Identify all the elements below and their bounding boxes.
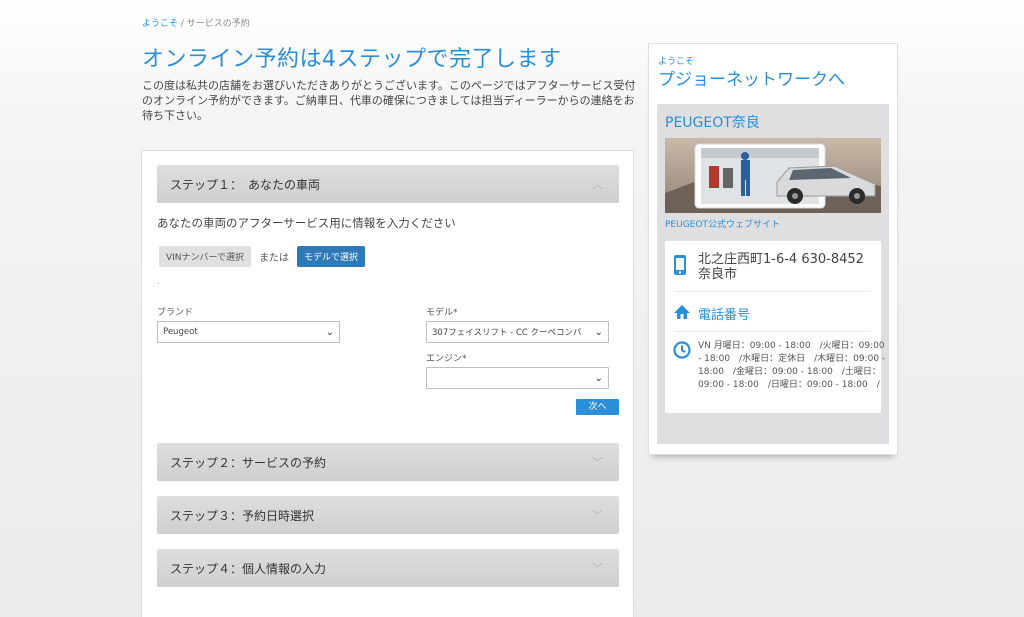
engine-label: エンジン*: [426, 354, 467, 364]
dot-text: .: [157, 277, 160, 286]
page-title: オンライン予約は4ステップで完了します: [142, 47, 562, 72]
divider: [675, 331, 871, 332]
breadcrumb: ようこそ / サービスの予約: [142, 16, 250, 29]
phone-device-icon: [673, 254, 687, 280]
welcome-title: プジョーネットワークへ: [658, 70, 845, 90]
chevron-down-icon: ﹀: [592, 456, 603, 469]
step-4-header[interactable]: ステップ４：個人情報の入力 ﹀: [157, 549, 619, 587]
dealer-sidebar: ようこそ プジョーネットワークへ PEUGEOT奈良 PEUGEOT公式ウェブサ…: [648, 43, 898, 455]
home-icon: [673, 304, 691, 324]
phone-number-link[interactable]: 電話番号: [698, 304, 750, 323]
next-button[interactable]: 次へ: [576, 399, 619, 415]
breadcrumb-separator: /: [178, 19, 187, 29]
model-value: 307フェイスリフト - CC クーペコンバ: [432, 328, 582, 338]
model-select[interactable]: 307フェイスリフト - CC クーペコンバ ⌄: [426, 321, 609, 343]
intro-text: この度は私共の店舗をお選びいただきありがとうございます。このページではアフターサ…: [142, 79, 636, 122]
dealer-website-link[interactable]: PEUGEOT公式ウェブサイト: [665, 217, 780, 230]
or-text: または: [259, 253, 290, 264]
brand-select[interactable]: Peugeot ⌄: [157, 321, 340, 343]
booking-panel: ステップ１： あなたの車両 ︿ あなたの車両のアフターサービス用に情報を入力くだ…: [141, 150, 634, 617]
breadcrumb-current: サービスの予約: [186, 19, 250, 29]
dealer-image: [665, 138, 881, 213]
breadcrumb-home-link[interactable]: ようこそ: [142, 19, 178, 29]
chevron-up-icon: ︿: [592, 178, 603, 191]
step-4-label: ステップ４：個人情報の入力: [170, 561, 327, 576]
step-1-label: ステップ１： あなたの車両: [170, 177, 321, 192]
chevron-down-icon: ⌄: [594, 326, 603, 338]
step-3-label: ステップ３：予約日時選択: [170, 508, 315, 523]
dealer-address: 北之庄西町1-6-4 630-8452 奈良市: [698, 252, 864, 282]
selection-mode-row: VINナンバーで選択 または モデルで選択: [159, 246, 366, 267]
step-2-header[interactable]: ステップ２：サービスの予約 ﹀: [157, 443, 619, 481]
dealer-name: PEUGEOT奈良: [665, 115, 760, 131]
dealer-info-card: 北之庄西町1-6-4 630-8452 奈良市 電話番号 VN 月曜日：09:0…: [665, 241, 885, 413]
step-3-header[interactable]: ステップ３：予約日時選択 ﹀: [157, 496, 619, 534]
step-1-header[interactable]: ステップ１： あなたの車両 ︿: [157, 165, 619, 203]
vin-select-button[interactable]: VINナンバーで選択: [159, 246, 252, 267]
model-label: モデル*: [426, 308, 458, 318]
step-2-label: ステップ２：サービスの予約: [170, 455, 327, 470]
divider: [675, 291, 871, 292]
brand-label: ブランド: [157, 308, 194, 318]
chevron-down-icon: ⌄: [594, 372, 603, 384]
clock-icon: [673, 341, 691, 363]
engine-select[interactable]: ⌄: [426, 367, 609, 389]
brand-value: Peugeot: [163, 327, 198, 337]
dealer-box: PEUGEOT奈良 PEUGEOT公式ウェブサイト 北之庄西町1-6-4 630…: [657, 104, 889, 444]
model-select-button[interactable]: モデルで選択: [297, 246, 366, 267]
chevron-down-icon: ﹀: [592, 509, 603, 522]
vehicle-subtitle: あなたの車両のアフターサービス用に情報を入力ください: [157, 216, 456, 230]
chevron-down-icon: ﹀: [592, 562, 603, 575]
chevron-down-icon: ⌄: [325, 326, 334, 338]
opening-hours: VN 月曜日：09:00 - 18:00 /火曜日：09:00 - 18:00 …: [698, 341, 886, 390]
workshop-car-illustration: [665, 138, 881, 213]
